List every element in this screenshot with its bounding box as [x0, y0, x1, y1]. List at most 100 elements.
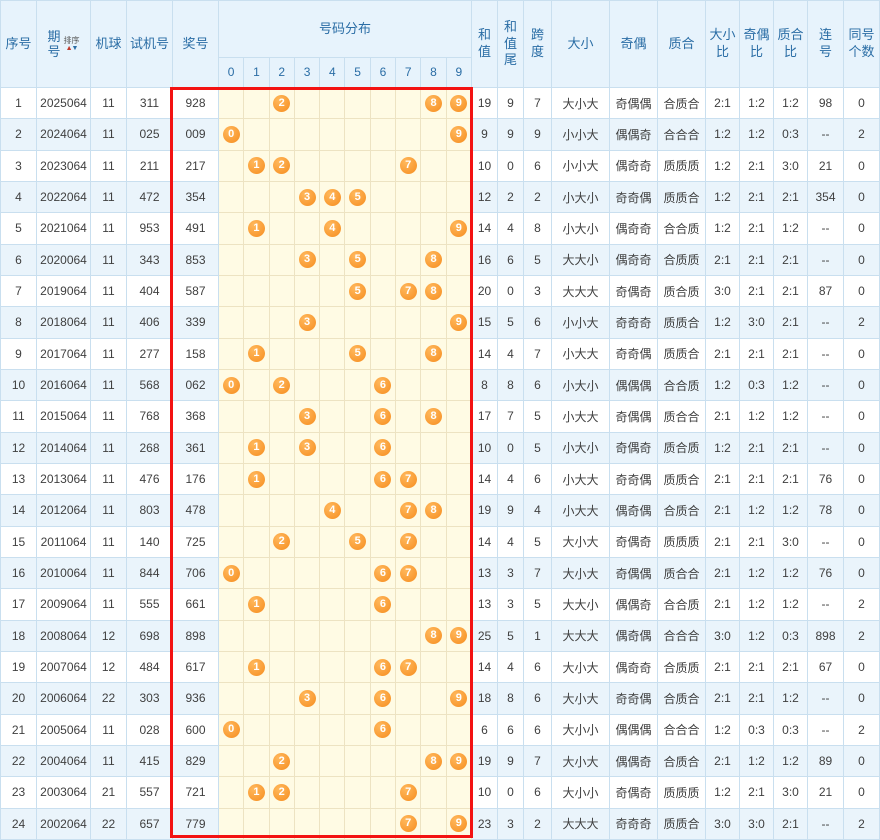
- col-header-prime-ratio: 质合 比: [774, 1, 808, 88]
- distribution-cell-7: 7: [396, 651, 421, 682]
- parity-ratio-cell: 2:1: [740, 150, 774, 181]
- col-header-parity-ratio: 奇偶 比: [740, 1, 774, 88]
- sort-arrows: ▲▼: [66, 45, 78, 53]
- number-badge: 5: [349, 189, 366, 206]
- test-number-cell: 803: [127, 495, 173, 526]
- seq-cell: 1: [1, 88, 37, 119]
- size-ratio-cell: 1:2: [706, 432, 740, 463]
- prime-ratio-cell: 1:2: [774, 745, 808, 776]
- parity-pattern-cell: 奇偶偶: [610, 557, 658, 588]
- distribution-cell-8: [421, 777, 446, 808]
- distribution-cell-6: 6: [370, 683, 395, 714]
- size-pattern-cell: 大大大: [552, 275, 610, 306]
- parity-pattern-cell: 偶奇偶: [610, 495, 658, 526]
- parity-ratio-cell: 2:1: [740, 432, 774, 463]
- distribution-cell-6: [370, 745, 395, 776]
- distribution-cell-2: [269, 244, 294, 275]
- seq-cell: 17: [1, 589, 37, 620]
- distribution-cell-2: [269, 181, 294, 212]
- distribution-cell-1: 1: [244, 432, 269, 463]
- distribution-cell-3: [294, 369, 319, 400]
- period-cell: 2012064: [37, 495, 91, 526]
- distribution-cell-3: [294, 526, 319, 557]
- seq-cell: 2: [1, 119, 37, 150]
- consecutive-cell: 21: [808, 150, 844, 181]
- distribution-cell-2: 2: [269, 745, 294, 776]
- size-pattern-cell: 小大小: [552, 369, 610, 400]
- col-header-machine-ball: 机球: [91, 1, 127, 88]
- seq-cell: 12: [1, 432, 37, 463]
- winning-number-cell: 361: [173, 432, 219, 463]
- distribution-cell-6: 6: [370, 432, 395, 463]
- distribution-cell-3: [294, 119, 319, 150]
- sum-tail-cell: 0: [498, 432, 524, 463]
- distribution-cell-3: [294, 557, 319, 588]
- seq-cell: 13: [1, 463, 37, 494]
- span-cell: 4: [524, 495, 552, 526]
- number-badge: 9: [450, 126, 467, 143]
- distribution-cell-7: [396, 589, 421, 620]
- distribution-cell-7: [396, 683, 421, 714]
- sum-cell: 9: [472, 119, 498, 150]
- size-ratio-cell: 1:2: [706, 714, 740, 745]
- distribution-cell-3: [294, 495, 319, 526]
- span-cell: 7: [524, 557, 552, 588]
- table-row: 24 2002064 22 657 779 7 9 23 3 2 大大大 奇奇奇…: [1, 808, 880, 839]
- sum-tail-cell: 6: [498, 244, 524, 275]
- winning-number-cell: 339: [173, 307, 219, 338]
- size-ratio-cell: 2:1: [706, 88, 740, 119]
- size-ratio-cell: 1:2: [706, 150, 740, 181]
- distribution-cell-8: [421, 526, 446, 557]
- table-row: 4 2022064 11 472 354 3 4 5 12 2 2 小大小 奇奇…: [1, 181, 880, 212]
- sum-tail-cell: 3: [498, 589, 524, 620]
- distribution-cell-0: [219, 275, 244, 306]
- distribution-cell-3: [294, 745, 319, 776]
- sum-tail-cell: 4: [498, 526, 524, 557]
- distribution-cell-2: 2: [269, 88, 294, 119]
- table-row: 22 2004064 11 415 829 2 8 9 19 9 7 大小大 偶…: [1, 745, 880, 776]
- period-cell: 2004064: [37, 745, 91, 776]
- distribution-cell-8: [421, 150, 446, 181]
- span-cell: 5: [524, 244, 552, 275]
- distribution-cell-3: [294, 463, 319, 494]
- col-header-winning-number: 奖号: [173, 1, 219, 88]
- parity-pattern-cell: 偶偶偶: [610, 714, 658, 745]
- col-header-period: 期 号 排序 ▲▼: [37, 1, 91, 88]
- prime-pattern-cell: 质合合: [658, 401, 706, 432]
- parity-ratio-cell: 1:2: [740, 745, 774, 776]
- sum-tail-cell: 3: [498, 557, 524, 588]
- size-ratio-cell: 2:1: [706, 745, 740, 776]
- machine-ball-cell: 11: [91, 589, 127, 620]
- distribution-cell-0: [219, 651, 244, 682]
- distribution-cell-3: 3: [294, 181, 319, 212]
- same-count-cell: 0: [844, 213, 880, 244]
- sort-control[interactable]: 排序 ▲▼: [64, 36, 80, 53]
- size-pattern-cell: 大小小: [552, 777, 610, 808]
- prime-ratio-cell: 3:0: [774, 526, 808, 557]
- sort-desc-icon[interactable]: ▼: [72, 45, 78, 52]
- distribution-cell-5: [345, 119, 370, 150]
- digit-header-6: 6: [370, 58, 395, 88]
- number-badge: 0: [223, 721, 240, 738]
- machine-ball-cell: 11: [91, 557, 127, 588]
- test-number-cell: 557: [127, 777, 173, 808]
- distribution-cell-1: [244, 683, 269, 714]
- prime-ratio-cell: 2:1: [774, 244, 808, 275]
- distribution-cell-7: [396, 369, 421, 400]
- prime-ratio-cell: 1:2: [774, 557, 808, 588]
- size-ratio-cell: 1:2: [706, 213, 740, 244]
- distribution-cell-7: [396, 307, 421, 338]
- distribution-cell-7: [396, 244, 421, 275]
- machine-ball-cell: 11: [91, 526, 127, 557]
- table-row: 5 2021064 11 953 491 1 4 9 14 4 8 小大小 偶奇…: [1, 213, 880, 244]
- sum-cell: 18: [472, 683, 498, 714]
- span-cell: 2: [524, 181, 552, 212]
- distribution-cell-3: [294, 620, 319, 651]
- test-number-cell: 844: [127, 557, 173, 588]
- number-badge: 0: [223, 126, 240, 143]
- distribution-cell-6: [370, 526, 395, 557]
- size-ratio-cell: 2:1: [706, 651, 740, 682]
- distribution-cell-4: [320, 463, 345, 494]
- same-count-cell: 0: [844, 651, 880, 682]
- parity-pattern-cell: 偶偶偶: [610, 369, 658, 400]
